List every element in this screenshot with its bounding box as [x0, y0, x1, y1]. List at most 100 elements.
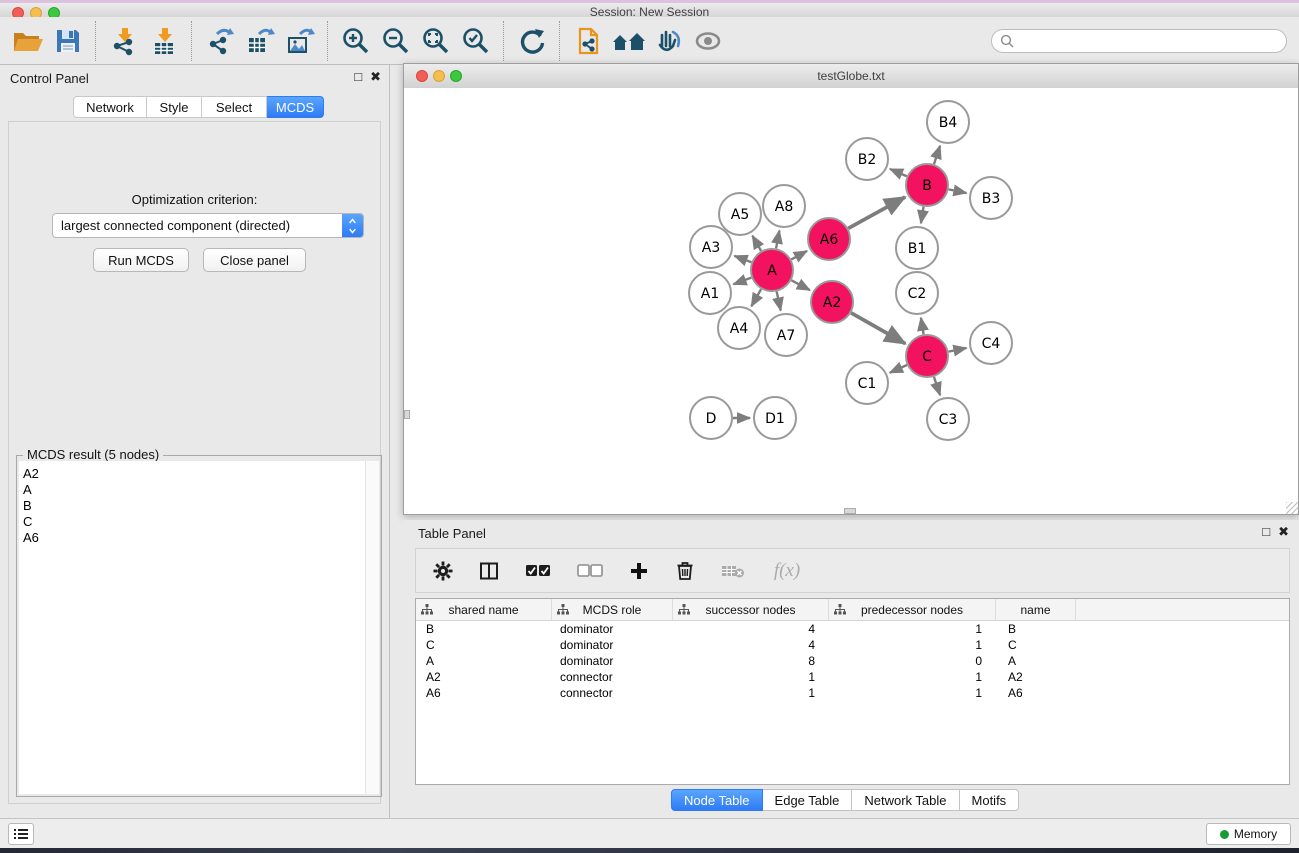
- close-panel-icon[interactable]: ✖: [370, 70, 381, 83]
- list-item[interactable]: A6: [19, 530, 379, 546]
- node-B1[interactable]: B1: [896, 227, 938, 269]
- node-A1[interactable]: A1: [689, 272, 731, 314]
- checked-boxes-button[interactable]: [524, 560, 552, 582]
- edge-C-C2[interactable]: [921, 318, 924, 335]
- mcds-result-list[interactable]: A2 A B C A6: [19, 461, 379, 794]
- node-A7[interactable]: A7: [765, 314, 807, 356]
- float-panel-icon[interactable]: □: [1262, 525, 1270, 538]
- edge-A-A3[interactable]: [734, 256, 751, 262]
- list-item[interactable]: B: [19, 498, 379, 514]
- tab-network-table[interactable]: Network Table: [852, 789, 959, 811]
- close-panel-icon[interactable]: ✖: [1278, 525, 1289, 538]
- edge-C-C4[interactable]: [949, 348, 967, 352]
- edge-B-B1[interactable]: [921, 207, 924, 224]
- network-document-button[interactable]: [568, 21, 608, 61]
- table-row[interactable]: A2 connector 1 1 A2: [416, 669, 1289, 685]
- node-C4[interactable]: C4: [970, 322, 1012, 364]
- edge-B-B3[interactable]: [949, 189, 967, 193]
- float-panel-icon[interactable]: □: [354, 70, 362, 83]
- node-A2[interactable]: A2: [811, 281, 853, 323]
- search-input[interactable]: [1014, 33, 1278, 49]
- node-A3[interactable]: A3: [690, 226, 732, 268]
- edge-A-A8[interactable]: [776, 231, 779, 249]
- zoom-out-button[interactable]: [376, 21, 416, 61]
- table-row[interactable]: A dominator 8 0 A: [416, 653, 1289, 669]
- node-A8[interactable]: A8: [763, 185, 805, 227]
- node-C3[interactable]: C3: [927, 398, 969, 440]
- node-D[interactable]: D: [690, 397, 732, 439]
- edge-A6-B[interactable]: [848, 197, 905, 228]
- network-canvas[interactable]: A A1 A2 A3 A4 A5 A6 A7 A8 B B1 B2 B3B4 C C1 C2 C3C4 D D1: [404, 88, 1298, 514]
- node-A5[interactable]: A5: [719, 193, 761, 235]
- task-history-button[interactable]: [8, 823, 34, 845]
- edge-B-B2[interactable]: [890, 169, 907, 176]
- tab-select[interactable]: Select: [202, 96, 267, 118]
- list-item[interactable]: A: [19, 482, 379, 498]
- memory-button[interactable]: Memory: [1206, 823, 1291, 845]
- node-C[interactable]: C: [906, 335, 948, 377]
- zoom-fit-button[interactable]: [416, 21, 456, 61]
- frame-grip-left[interactable]: [404, 410, 410, 419]
- edge-A-A1[interactable]: [733, 278, 751, 285]
- resize-grip[interactable]: [1286, 502, 1298, 514]
- edge-B-B4[interactable]: [934, 146, 940, 164]
- criterion-select[interactable]: largest connected component (directed): [52, 213, 364, 238]
- home-button[interactable]: [608, 21, 648, 61]
- tab-mcds[interactable]: MCDS: [267, 96, 324, 118]
- delete-table-button[interactable]: [720, 560, 746, 582]
- node-D1[interactable]: D1: [754, 397, 796, 439]
- save-session-button[interactable]: [48, 21, 88, 61]
- export-table-button[interactable]: [240, 21, 280, 61]
- node-C1[interactable]: C1: [846, 362, 888, 404]
- edge-A2-C[interactable]: [851, 313, 905, 344]
- split-columns-button[interactable]: [478, 560, 500, 582]
- list-item[interactable]: A2: [19, 466, 379, 482]
- import-table-button[interactable]: [144, 21, 184, 61]
- column-header-successor-nodes[interactable]: successor nodes: [673, 599, 829, 620]
- node-A4[interactable]: A4: [718, 307, 760, 349]
- node-A6[interactable]: A6: [808, 218, 850, 260]
- zoom-selected-button[interactable]: [456, 21, 496, 61]
- table-row[interactable]: B dominator 4 1 B: [416, 621, 1289, 637]
- gear-button[interactable]: [432, 560, 454, 582]
- gesture-button[interactable]: [648, 21, 688, 61]
- tab-style[interactable]: Style: [147, 96, 202, 118]
- column-header-name[interactable]: name: [996, 599, 1076, 620]
- edge-C-C3[interactable]: [934, 377, 940, 395]
- column-header-mcds-role[interactable]: MCDS role: [552, 599, 673, 620]
- search-field[interactable]: [991, 29, 1287, 53]
- import-network-button[interactable]: [104, 21, 144, 61]
- add-column-button[interactable]: [628, 560, 650, 582]
- scrollbar-track[interactable]: [365, 461, 379, 794]
- unchecked-boxes-button[interactable]: [576, 560, 604, 582]
- close-panel-button[interactable]: Close panel: [203, 248, 306, 272]
- trash-button[interactable]: [674, 560, 696, 582]
- tab-network[interactable]: Network: [73, 96, 147, 118]
- edge-A-A5[interactable]: [752, 236, 761, 251]
- edge-C-C1[interactable]: [890, 365, 907, 373]
- run-mcds-button[interactable]: Run MCDS: [93, 248, 189, 272]
- edge-A-A6[interactable]: [791, 251, 807, 260]
- function-builder-button[interactable]: f(x): [770, 560, 804, 582]
- node-B2[interactable]: B2: [846, 138, 888, 180]
- list-item[interactable]: C: [19, 514, 379, 530]
- open-file-button[interactable]: [8, 21, 48, 61]
- node-B3[interactable]: B3: [970, 177, 1012, 219]
- frame-grip-bottom[interactable]: [844, 508, 856, 514]
- zoom-in-button[interactable]: [336, 21, 376, 61]
- node-B[interactable]: B: [906, 164, 948, 206]
- export-network-button[interactable]: [200, 21, 240, 61]
- edge-A-A7[interactable]: [777, 292, 781, 311]
- node-B4[interactable]: B4: [927, 101, 969, 143]
- export-image-button[interactable]: [280, 21, 320, 61]
- node-C2[interactable]: C2: [896, 272, 938, 314]
- column-header-shared-name[interactable]: shared name: [416, 599, 552, 620]
- tab-edge-table[interactable]: Edge Table: [763, 789, 853, 811]
- edge-A-A4[interactable]: [751, 289, 761, 306]
- tab-motifs[interactable]: Motifs: [960, 789, 1020, 811]
- refresh-button[interactable]: [512, 21, 552, 61]
- node-A[interactable]: A: [751, 249, 793, 291]
- eye-button[interactable]: [688, 21, 728, 61]
- tab-node-table[interactable]: Node Table: [671, 789, 763, 811]
- table-row[interactable]: A6 connector 1 1 A6: [416, 685, 1289, 701]
